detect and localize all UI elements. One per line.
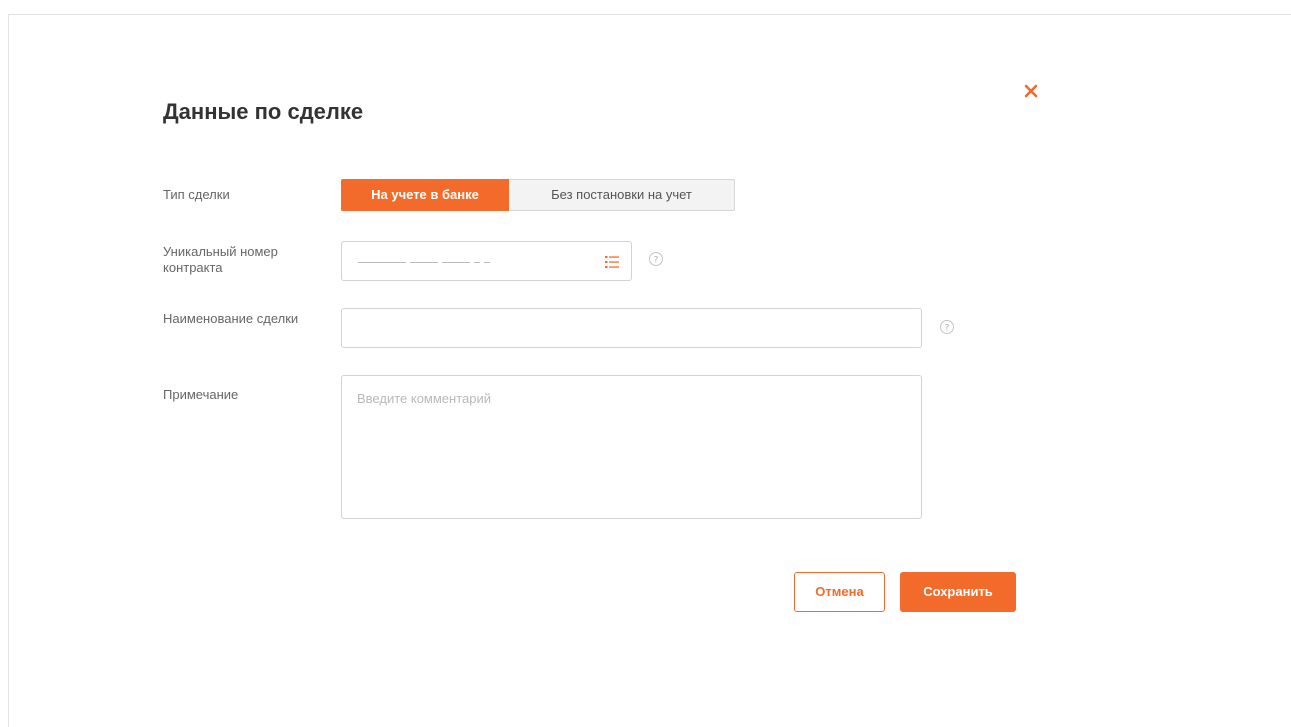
deal-name-input[interactable] bbox=[341, 308, 922, 348]
note-placeholder: Введите комментарий bbox=[357, 391, 492, 406]
deal-type-toggle: На учете в банке Без постановки на учет bbox=[341, 179, 735, 211]
note-label: Примечание bbox=[163, 387, 239, 402]
deal-type-label: Тип сделки bbox=[163, 187, 230, 202]
cancel-button[interactable]: Отмена bbox=[794, 572, 885, 612]
note-textarea[interactable]: Введите комментарий bbox=[341, 375, 922, 519]
dialog-title: Данные по сделке bbox=[163, 99, 364, 124]
svg-text:?: ? bbox=[945, 323, 950, 333]
deal-name-label: Наименование сделки bbox=[163, 311, 299, 326]
contract-number-label: Уникальный номер контракта bbox=[163, 244, 278, 275]
deal-name-help-icon[interactable]: ? bbox=[939, 319, 955, 335]
close-button[interactable] bbox=[1022, 82, 1040, 100]
contract-number-input[interactable] bbox=[341, 241, 632, 281]
contract-number-help-icon[interactable]: ? bbox=[648, 251, 664, 267]
svg-text:?: ? bbox=[654, 255, 659, 265]
deal-type-option-unregistered[interactable]: Без постановки на учет bbox=[509, 179, 735, 211]
contract-number-mask bbox=[358, 262, 494, 263]
deal-type-option-registered[interactable]: На учете в банке bbox=[341, 179, 509, 211]
list-icon[interactable] bbox=[603, 253, 621, 271]
close-icon[interactable] bbox=[1022, 82, 1040, 100]
save-button[interactable]: Сохранить bbox=[900, 572, 1016, 612]
page: Данные по сделке Тип сделки На учете в б… bbox=[0, 0, 1291, 727]
